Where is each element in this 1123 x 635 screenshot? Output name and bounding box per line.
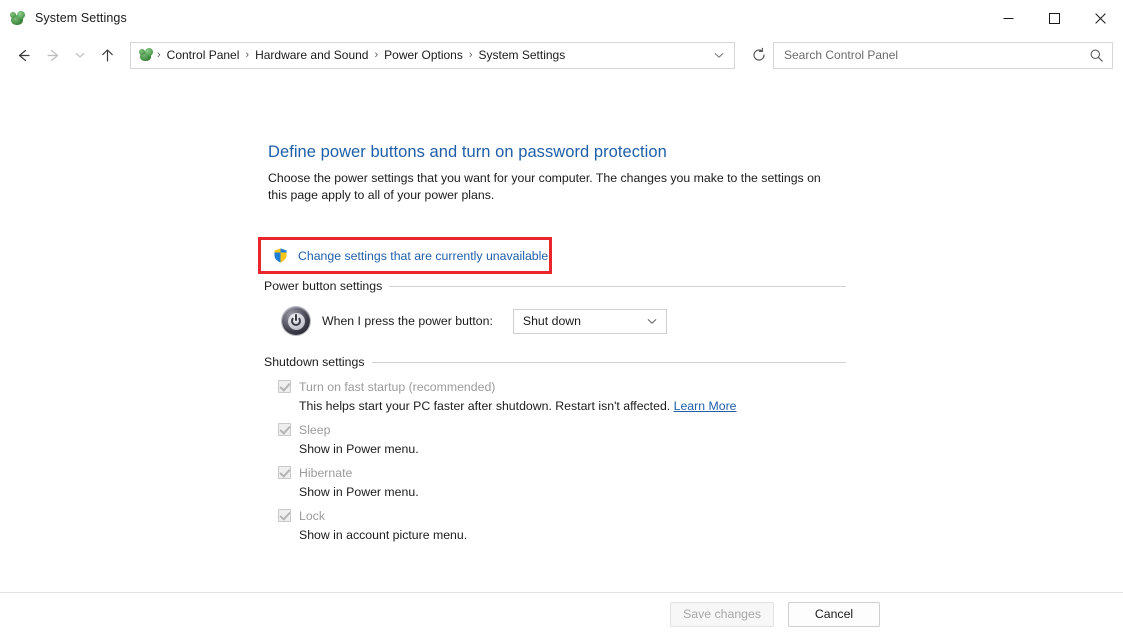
checkbox-lock[interactable] [278,509,291,522]
option-label: Turn on fast startup (recommended) [299,380,495,394]
up-arrow-icon [99,47,116,64]
forward-arrow-icon [45,47,62,64]
option-description: Show in Power menu. [299,441,848,458]
window-controls [985,0,1123,36]
cancel-button[interactable]: Cancel [788,602,880,627]
system-settings-window: System Settings [0,0,1123,635]
up-button[interactable] [92,40,122,70]
power-button-action-value: Shut down [523,314,644,328]
list-item: Lock Show in account picture menu. [278,506,848,544]
group-divider [372,362,847,363]
refresh-button[interactable] [745,42,773,69]
option-fast-startup[interactable]: Turn on fast startup (recommended) [278,377,848,396]
title-bar-left: System Settings [0,10,127,27]
learn-more-link[interactable]: Learn More [674,399,737,413]
navigation-bar: › Control Panel › Hardware and Sound › P… [0,36,1123,74]
power-button-action-label: When I press the power button: [322,314,493,328]
content-area: Define power buttons and turn on passwor… [0,74,1123,635]
chevron-down-icon [713,49,725,61]
search-box[interactable] [773,42,1113,69]
address-bar[interactable]: › Control Panel › Hardware and Sound › P… [130,42,735,69]
change-settings-highlight-box: Change settings that are currently unava… [258,237,552,274]
option-description: This helps start your PC faster after sh… [299,398,848,415]
breadcrumb-item-hardware-and-sound[interactable]: Hardware and Sound [250,45,373,65]
power-button-row: When I press the power button: Shut down [282,307,667,335]
option-sleep[interactable]: Sleep [278,420,848,439]
page-title: Define power buttons and turn on passwor… [268,143,868,162]
list-item: Sleep Show in Power menu. [278,420,848,458]
window-title: System Settings [35,11,127,25]
title-bar: System Settings [0,0,1123,36]
group-divider [389,286,846,287]
list-item: Turn on fast startup (recommended) This … [278,377,848,415]
maximize-icon [1049,13,1060,24]
recent-locations-button[interactable] [68,40,92,70]
search-icon[interactable] [1086,45,1106,65]
change-settings-link[interactable]: Change settings that are currently unava… [298,249,548,263]
minimize-button[interactable] [985,0,1031,36]
minimize-icon [1003,13,1014,24]
close-icon [1095,13,1106,24]
breadcrumb-app-icon [138,47,154,63]
forward-button[interactable] [38,40,68,70]
power-button-icon [282,307,310,335]
footer-actions: Save changes Cancel [0,593,1123,635]
power-button-settings-label: Power button settings [264,279,382,293]
checkbox-fast-startup[interactable] [278,380,291,393]
shutdown-settings-label: Shutdown settings [264,355,365,369]
save-changes-button[interactable]: Save changes [670,602,774,627]
back-button[interactable] [8,40,38,70]
option-label: Sleep [299,423,330,437]
breadcrumb-item-control-panel[interactable]: Control Panel [162,45,245,65]
system-settings-icon [9,10,26,27]
checkbox-sleep[interactable] [278,423,291,436]
chevron-down-icon [644,313,660,329]
power-button-action-select[interactable]: Shut down [513,309,667,334]
breadcrumb-item-power-options[interactable]: Power Options [379,45,468,65]
close-button[interactable] [1077,0,1123,36]
breadcrumb-separator: › [156,49,162,61]
breadcrumb-separator: › [468,49,474,61]
option-hibernate[interactable]: Hibernate [278,463,848,482]
option-description: Show in account picture menu. [299,527,848,544]
settings-page: Define power buttons and turn on passwor… [268,143,868,204]
breadcrumb: › Control Panel › Hardware and Sound › P… [156,45,708,65]
address-dropdown-button[interactable] [708,44,730,66]
option-lock[interactable]: Lock [278,506,848,525]
search-input[interactable] [784,48,1086,62]
back-arrow-icon [15,47,32,64]
chevron-down-icon [74,49,86,61]
option-description-text: This helps start your PC faster after sh… [299,399,670,413]
power-button-settings-group-header: Power button settings [264,279,846,293]
option-label: Hibernate [299,466,352,480]
shutdown-settings-group-header: Shutdown settings [264,355,846,369]
page-description: Choose the power settings that you want … [268,170,836,204]
maximize-button[interactable] [1031,0,1077,36]
option-label: Lock [299,509,325,523]
shutdown-options-list: Turn on fast startup (recommended) This … [278,377,848,549]
option-description: Show in Power menu. [299,484,848,501]
checkbox-hibernate[interactable] [278,466,291,479]
refresh-icon [751,47,767,63]
list-item: Hibernate Show in Power menu. [278,463,848,501]
uac-shield-icon [272,247,289,264]
breadcrumb-item-system-settings[interactable]: System Settings [474,45,571,65]
